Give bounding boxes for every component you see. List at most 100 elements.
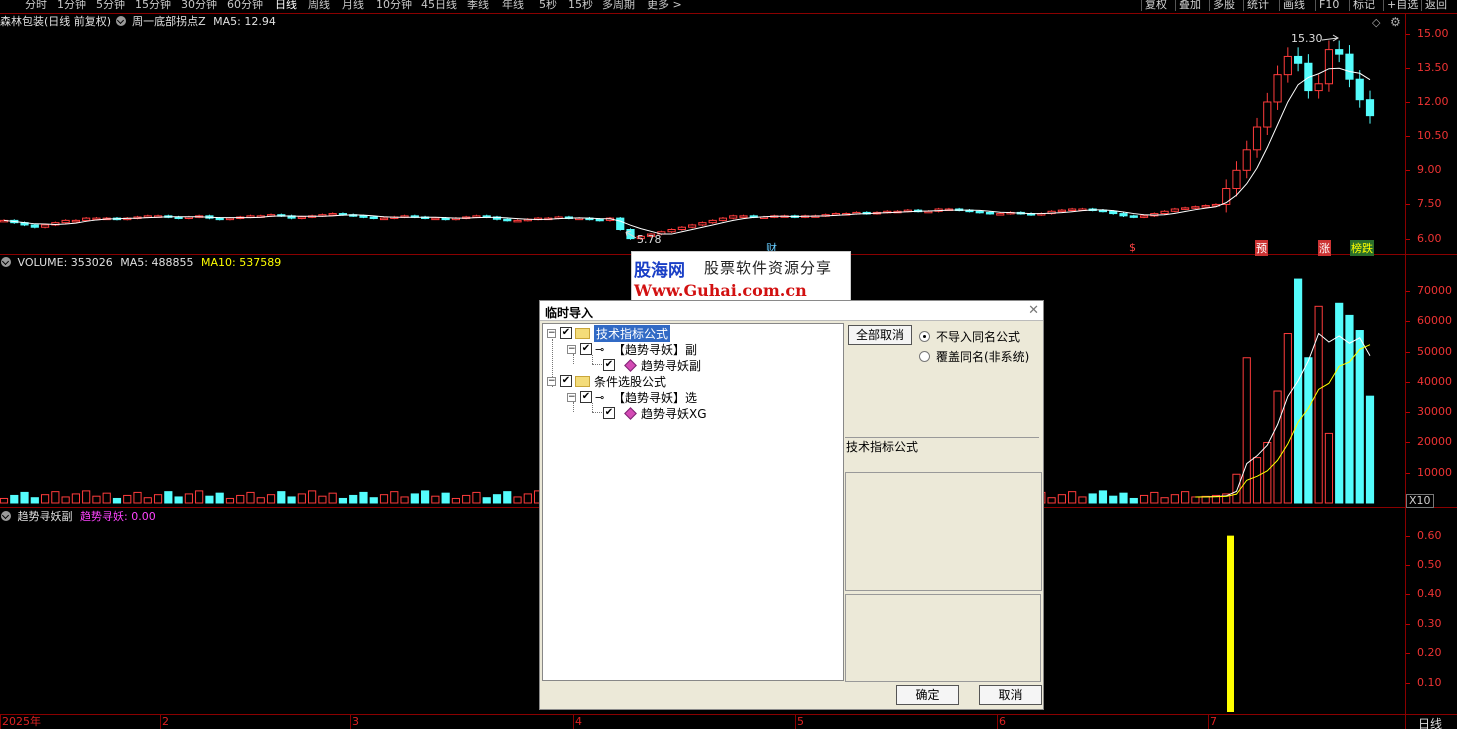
- checkbox-checked[interactable]: ✔: [580, 343, 592, 355]
- volume-tick-label: 30000: [1417, 405, 1452, 419]
- price-tick: [1406, 33, 1410, 35]
- forecast-marker[interactable]: 预: [1255, 240, 1268, 256]
- volume-value: VOLUME: 353026: [17, 256, 113, 269]
- cancel-button[interactable]: 取消: [979, 685, 1042, 705]
- formula-description-box[interactable]: [845, 594, 1041, 682]
- candle-body: [698, 222, 707, 226]
- formula-tree[interactable]: − ✔ 技术指标公式 − ✔ ⊸ 【趋势寻妖】副 ✔ 趋势寻妖副 − ✔ 条件选…: [542, 323, 844, 681]
- checkbox-checked[interactable]: ✔: [560, 327, 572, 339]
- checkbox-checked[interactable]: ✔: [603, 359, 615, 371]
- time-axis-tick: [573, 714, 574, 729]
- settings-gear-icon[interactable]: ⚙: [1390, 15, 1401, 29]
- dialog-title-bar[interactable]: 临时导入 ✕: [540, 301, 1043, 321]
- volume-bar: [1283, 333, 1292, 504]
- tree-item-label: 技术指标公式: [594, 324, 671, 342]
- volume-ma10-line: [1195, 344, 1371, 498]
- volume-bar: [482, 497, 491, 504]
- high-price-annotation: 15.30: [1291, 32, 1323, 45]
- stock-title[interactable]: 森林包装(日线 前复权): [0, 15, 111, 28]
- candle-body: [297, 216, 306, 219]
- tree-item-label: 条件选股公式: [594, 374, 667, 389]
- indicator-name[interactable]: 周一底部拐点Z: [132, 15, 206, 28]
- volume-bar: [164, 491, 173, 504]
- candle-body: [61, 219, 70, 224]
- time-axis-tick: [0, 714, 1, 729]
- time-axis-label: 3: [352, 715, 359, 728]
- ranking-marker[interactable]: 榜跌: [1350, 240, 1374, 256]
- price-tick: [1406, 238, 1410, 240]
- volume-bar: [215, 492, 224, 504]
- collapse-icon[interactable]: −: [547, 376, 556, 386]
- rise-marker[interactable]: 涨: [1318, 240, 1331, 256]
- candle-body: [1314, 83, 1323, 92]
- volume-bar: [1119, 492, 1128, 504]
- watermark-slogan: 股票软件资源分享: [704, 259, 833, 277]
- volume-bar: [523, 493, 532, 504]
- volume-bar: [71, 493, 80, 504]
- formula-gem-icon: [624, 358, 637, 372]
- volume-tick: [1406, 412, 1410, 414]
- volume-bar: [359, 491, 368, 504]
- candle-body: [1119, 213, 1128, 217]
- candle-body: [1191, 206, 1200, 209]
- radio-overwrite-same[interactable]: 覆盖同名(非系统): [919, 348, 1029, 365]
- indicator-panel-menu-icon[interactable]: [1, 511, 11, 521]
- volume-bar: [369, 497, 378, 504]
- volume-bar: [266, 494, 276, 504]
- indicator-tick-label: 0.20: [1417, 646, 1442, 660]
- volume-bar: [1242, 357, 1251, 504]
- volume-bar: [338, 497, 348, 504]
- diamond-icon[interactable]: ◇: [1372, 16, 1380, 29]
- ok-button[interactable]: 确定: [896, 685, 959, 705]
- tree-item-trend-sub[interactable]: − ✔ ⊸ 【趋势寻妖】副: [567, 341, 697, 357]
- candle-body: [996, 213, 1005, 216]
- volume-bar: [40, 494, 50, 504]
- checkbox-checked[interactable]: ✔: [603, 407, 615, 419]
- volume-bar: [92, 495, 101, 504]
- candle-body: [1139, 215, 1149, 218]
- radio-button[interactable]: [919, 351, 930, 362]
- volume-bar: [1047, 497, 1056, 504]
- checkbox-checked[interactable]: ✔: [560, 375, 572, 387]
- category-label: 技术指标公式: [846, 440, 919, 454]
- indicator-panel-name[interactable]: 趋势寻妖副: [18, 510, 73, 523]
- volume-bar: [1324, 432, 1334, 504]
- tree-item-trend-select[interactable]: − ✔ ⊸ 【趋势寻妖】选: [567, 389, 697, 405]
- volume-bar: [1088, 493, 1097, 504]
- time-axis-tick: [160, 714, 161, 729]
- radio-label: 不导入同名公式: [936, 330, 1021, 344]
- volume-menu-icon[interactable]: [1, 257, 11, 267]
- tree-item-tech-formula[interactable]: − ✔ 技术指标公式: [547, 324, 671, 342]
- volume-bar: [1304, 357, 1313, 504]
- volume-bar: [492, 494, 502, 504]
- radio-no-import-same[interactable]: 不导入同名公式: [919, 328, 1020, 345]
- volume-bar: [1365, 395, 1375, 504]
- candle-body: [369, 216, 378, 219]
- time-axis-label: 7: [1210, 715, 1217, 728]
- tree-item-selection-formula[interactable]: − ✔ 条件选股公式: [547, 373, 666, 389]
- candle-body: [975, 210, 984, 214]
- time-axis-label: 4: [575, 715, 582, 728]
- candle-body: [1109, 210, 1118, 215]
- checkbox-checked[interactable]: ✔: [580, 391, 592, 403]
- dividend-marker[interactable]: $: [1129, 241, 1136, 254]
- radio-button-selected[interactable]: [919, 331, 930, 342]
- volume-bar: [123, 494, 132, 504]
- volume-bar: [133, 491, 142, 504]
- candle-body: [616, 217, 625, 231]
- candle-body: [441, 217, 450, 221]
- indicator-menu-icon[interactable]: [115, 16, 126, 26]
- tree-item-trend-xg[interactable]: ✔ 趋势寻妖XG: [603, 405, 707, 421]
- volume-bar: [1109, 495, 1118, 504]
- candle-body: [688, 224, 697, 228]
- close-icon[interactable]: ✕: [1028, 303, 1039, 318]
- volume-unit-badge: X10: [1406, 494, 1434, 508]
- volume-bar: [462, 494, 471, 504]
- indicator-tick-label: 0.60: [1417, 528, 1442, 542]
- tree-item-trend-sub-formula[interactable]: ✔ 趋势寻妖副: [603, 357, 701, 373]
- collapse-icon[interactable]: −: [567, 392, 576, 402]
- candle-body: [328, 213, 337, 216]
- collapse-icon[interactable]: −: [547, 328, 556, 338]
- collapse-icon[interactable]: −: [567, 344, 576, 354]
- deselect-all-button[interactable]: 全部取消: [848, 325, 912, 345]
